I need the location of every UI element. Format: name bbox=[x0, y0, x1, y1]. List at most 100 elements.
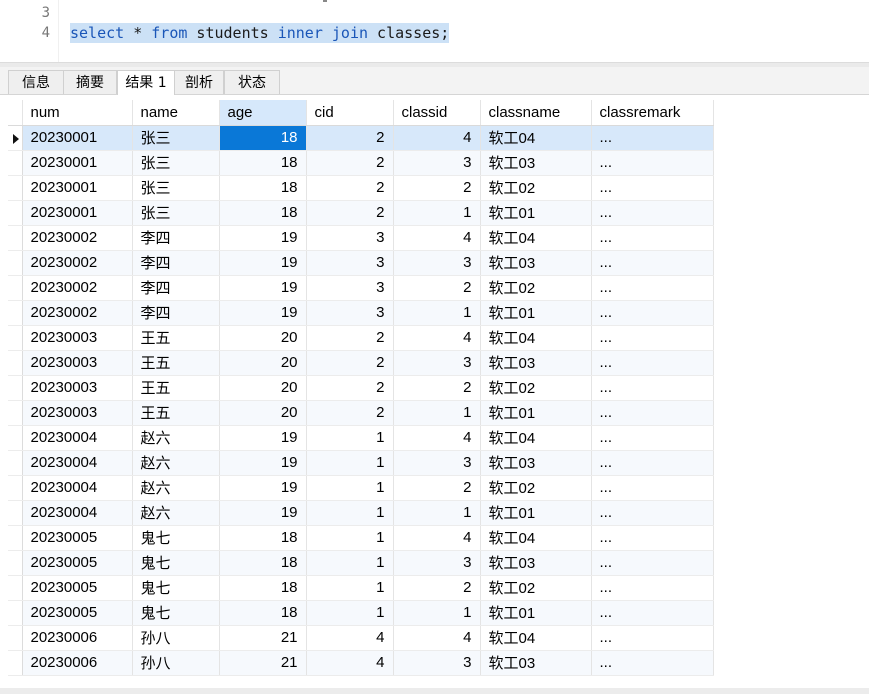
cell-classremark[interactable]: ... bbox=[591, 525, 714, 551]
cell-cid[interactable]: 2 bbox=[306, 175, 394, 201]
cell-num[interactable]: 20230002 bbox=[22, 300, 133, 326]
cell-cid[interactable]: 2 bbox=[306, 125, 394, 151]
row-indicator[interactable] bbox=[8, 200, 23, 226]
cell-classname[interactable]: 软工02 bbox=[480, 275, 592, 301]
cell-age[interactable]: 19 bbox=[219, 450, 307, 476]
cell-name[interactable]: 鬼七 bbox=[132, 550, 220, 576]
cell-classname[interactable]: 软工01 bbox=[480, 600, 592, 626]
column-header-name[interactable]: name bbox=[132, 100, 220, 126]
cell-classremark[interactable]: ... bbox=[591, 225, 714, 251]
cell-cid[interactable]: 3 bbox=[306, 275, 394, 301]
cell-classname[interactable]: 软工03 bbox=[480, 250, 592, 276]
cell-num[interactable]: 20230003 bbox=[22, 325, 133, 351]
table-row[interactable]: 20230002 李四 19 3 3 软工03... bbox=[8, 250, 714, 276]
cell-classid[interactable]: 1 bbox=[393, 200, 481, 226]
cell-age[interactable]: 18 bbox=[219, 550, 307, 576]
cell-name[interactable]: 赵六 bbox=[132, 450, 220, 476]
table-row[interactable]: 20230005 鬼七 18 1 4 软工04... bbox=[8, 525, 714, 551]
cell-num[interactable]: 20230005 bbox=[22, 525, 133, 551]
cell-classid[interactable]: 2 bbox=[393, 375, 481, 401]
cell-name[interactable]: 李四 bbox=[132, 300, 220, 326]
cell-age[interactable]: 21 bbox=[219, 625, 307, 651]
cell-num[interactable]: 20230001 bbox=[22, 125, 133, 151]
cell-cid[interactable]: 4 bbox=[306, 625, 394, 651]
table-row[interactable]: 20230005 鬼七 18 1 2 软工02... bbox=[8, 575, 714, 601]
cell-name[interactable]: 李四 bbox=[132, 275, 220, 301]
cell-classname[interactable]: 软工03 bbox=[480, 150, 592, 176]
cell-num[interactable]: 20230005 bbox=[22, 600, 133, 626]
table-row[interactable]: 20230006 孙八 21 4 3 软工03... bbox=[8, 650, 714, 676]
table-row[interactable]: 20230005 鬼七 18 1 1 软工01... bbox=[8, 600, 714, 626]
cell-cid[interactable]: 2 bbox=[306, 200, 394, 226]
cell-name[interactable]: 赵六 bbox=[132, 500, 220, 526]
cell-num[interactable]: 20230001 bbox=[22, 200, 133, 226]
cell-classid[interactable]: 3 bbox=[393, 650, 481, 676]
table-row[interactable]: 20230001 张三 18 2 2 软工02... bbox=[8, 175, 714, 201]
cell-classid[interactable]: 2 bbox=[393, 175, 481, 201]
cell-age[interactable]: 18 bbox=[219, 525, 307, 551]
cell-classname[interactable]: 软工04 bbox=[480, 225, 592, 251]
cell-age[interactable]: 19 bbox=[219, 425, 307, 451]
cell-classremark[interactable]: ... bbox=[591, 625, 714, 651]
cell-classremark[interactable]: ... bbox=[591, 600, 714, 626]
table-row[interactable]: 20230004 赵六 19 1 3 软工03... bbox=[8, 450, 714, 476]
cell-name[interactable]: 李四 bbox=[132, 225, 220, 251]
table-row[interactable]: 20230002 李四 19 3 4 软工04... bbox=[8, 225, 714, 251]
column-header-num[interactable]: num bbox=[22, 100, 133, 126]
row-indicator[interactable] bbox=[8, 500, 23, 526]
sql-editor[interactable]: 3 4 select * from students inner join cl… bbox=[0, 0, 869, 62]
cell-name[interactable]: 赵六 bbox=[132, 475, 220, 501]
table-row[interactable]: 20230001 张三 18 2 1 软工01... bbox=[8, 200, 714, 226]
cell-classname[interactable]: 软工03 bbox=[480, 650, 592, 676]
cell-classremark[interactable]: ... bbox=[591, 550, 714, 576]
row-indicator[interactable] bbox=[8, 550, 23, 576]
row-indicator[interactable] bbox=[8, 450, 23, 476]
cell-cid[interactable]: 3 bbox=[306, 250, 394, 276]
cell-classremark[interactable]: ... bbox=[591, 175, 714, 201]
cell-classid[interactable]: 3 bbox=[393, 450, 481, 476]
table-row[interactable]: 20230003 王五 20 2 1 软工01... bbox=[8, 400, 714, 426]
row-indicator[interactable] bbox=[8, 150, 23, 176]
cell-cid[interactable]: 1 bbox=[306, 475, 394, 501]
column-header-classid[interactable]: classid bbox=[393, 100, 481, 126]
cell-name[interactable]: 孙八 bbox=[132, 650, 220, 676]
cell-cid[interactable]: 2 bbox=[306, 150, 394, 176]
cell-classid[interactable]: 1 bbox=[393, 300, 481, 326]
cell-classname[interactable]: 软工04 bbox=[480, 425, 592, 451]
cell-classid[interactable]: 3 bbox=[393, 150, 481, 176]
cell-name[interactable]: 孙八 bbox=[132, 625, 220, 651]
cell-num[interactable]: 20230003 bbox=[22, 350, 133, 376]
column-header-classname[interactable]: classname bbox=[480, 100, 592, 126]
cell-num[interactable]: 20230001 bbox=[22, 150, 133, 176]
sql-query-line[interactable]: select * from students inner join classe… bbox=[70, 23, 450, 43]
row-indicator[interactable] bbox=[8, 250, 23, 276]
cell-num[interactable]: 20230002 bbox=[22, 275, 133, 301]
cell-classremark[interactable]: ... bbox=[591, 450, 714, 476]
cell-cid[interactable]: 2 bbox=[306, 350, 394, 376]
column-header-cid[interactable]: cid bbox=[306, 100, 394, 126]
cell-cid[interactable]: 1 bbox=[306, 550, 394, 576]
cell-classremark[interactable]: ... bbox=[591, 575, 714, 601]
row-indicator[interactable] bbox=[8, 375, 23, 401]
tab-profile[interactable]: 剖析 bbox=[174, 70, 224, 94]
result-grid[interactable]: num name age cid classid classname class… bbox=[8, 100, 714, 676]
cell-age[interactable]: 19 bbox=[219, 300, 307, 326]
cell-classname[interactable]: 软工04 bbox=[480, 625, 592, 651]
row-indicator[interactable] bbox=[8, 600, 23, 626]
tab-result-1[interactable]: 结果 1 bbox=[117, 70, 175, 95]
cell-classname[interactable]: 软工01 bbox=[480, 400, 592, 426]
tab-status[interactable]: 状态 bbox=[224, 70, 280, 94]
cell-classname[interactable]: 软工03 bbox=[480, 450, 592, 476]
cell-classid[interactable]: 1 bbox=[393, 600, 481, 626]
cell-classname[interactable]: 软工04 bbox=[480, 525, 592, 551]
cell-age[interactable]: 19 bbox=[219, 250, 307, 276]
cell-classid[interactable]: 2 bbox=[393, 575, 481, 601]
cell-classid[interactable]: 4 bbox=[393, 225, 481, 251]
cell-classid[interactable]: 4 bbox=[393, 325, 481, 351]
row-indicator[interactable] bbox=[8, 175, 23, 201]
cell-num[interactable]: 20230003 bbox=[22, 400, 133, 426]
table-row[interactable]: 20230003 王五 20 2 4 软工04... bbox=[8, 325, 714, 351]
row-indicator[interactable] bbox=[8, 350, 23, 376]
cell-name[interactable]: 鬼七 bbox=[132, 525, 220, 551]
cell-name[interactable]: 李四 bbox=[132, 250, 220, 276]
